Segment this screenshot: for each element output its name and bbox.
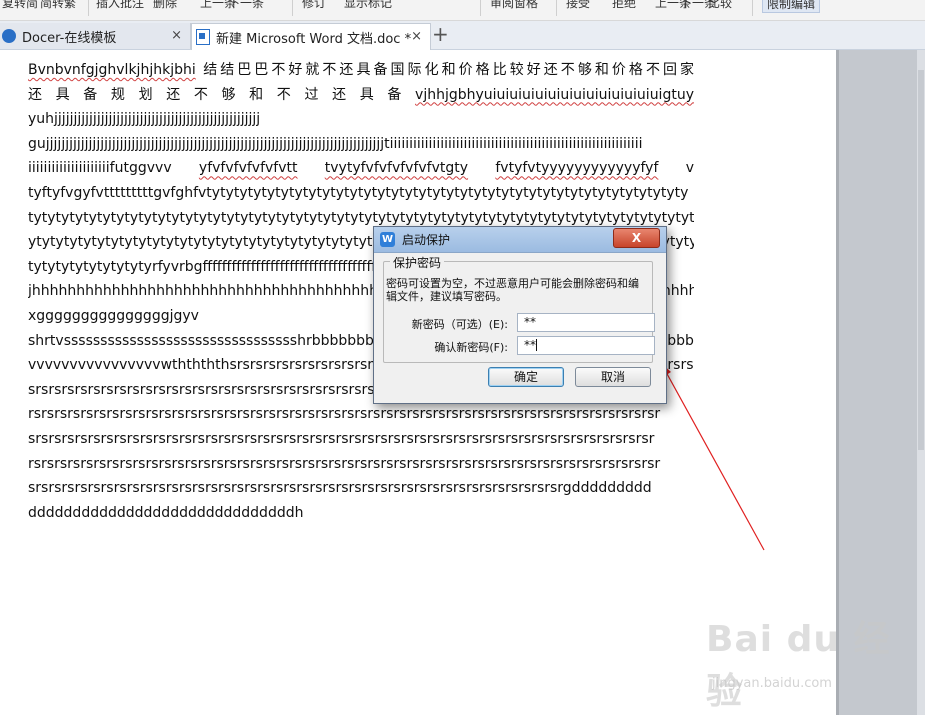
text-run: srsrsrsrsrsrsrsrsrsrsrsrsrsrsrsrsrsrsrsr…	[28, 480, 652, 497]
wps-logo-icon: W	[380, 232, 395, 247]
text-run: tytytytytytytytytytytytytytytytytytytyty…	[28, 209, 694, 226]
ribbon-item[interactable]: 比较	[708, 0, 732, 11]
document-line: srsrsrsrsrsrsrsrsrsrsrsrsrsrsrsrsrsrsrsr…	[28, 427, 694, 452]
confirm-password-label: 确认新密码(F):	[434, 341, 508, 354]
password-hint: 密码可设置为空，不过恶意用户可能会删除密码和编辑文件，建议填写密码。	[386, 277, 639, 303]
ribbon-toolbar: 复转简 简转繁 插入批注 删除 上一条 下一条 修订 显示标记 审阅窗格 接受 拒绝 上一条 下一条 比较…	[0, 0, 925, 21]
document-line: Bvnbvnfgjghvlkjhjhkjbhi 结结巴巴不好就不还具备国际化和价…	[28, 58, 694, 83]
text-run: srsrsrsrsrsrsrsrsrsrsrsrsrsrsrsrsrsrsrsr…	[28, 430, 655, 447]
text-caret	[536, 339, 537, 351]
document-icon	[196, 29, 210, 45]
tab-label: 新建 Microsoft Word 文档.doc *	[216, 31, 412, 47]
tab-docer-templates[interactable]: Docer-在线模板 ×	[0, 23, 191, 49]
misspelled-text: fvtyfvtyyyyyyyyyyyyfyf	[495, 160, 659, 177]
text-run: tyftyfvgyfvtttttttttgvfghfvtytytytytytyt…	[28, 184, 689, 201]
ribbon-item[interactable]: 简转繁	[40, 0, 76, 11]
close-tab-icon[interactable]: ×	[411, 29, 422, 44]
new-tab-button[interactable]: +	[432, 22, 449, 46]
watermark-logo: Bai du 经验	[706, 619, 891, 712]
new-password-field[interactable]: **	[517, 313, 655, 332]
document-line: yuhjjjjjjjjjjjjjjjjjjjjjjjjjjjjjjjjjjjjj…	[28, 107, 694, 132]
scrollbar-thumb[interactable]	[918, 70, 924, 450]
text-run	[468, 160, 495, 176]
ribbon-separator	[292, 0, 293, 16]
tab-new-word-doc[interactable]: 新建 Microsoft Word 文档.doc * ×	[191, 23, 431, 50]
misspelled-text: Bvnbvnfgjghvlkjhjhkjbhi	[28, 62, 196, 78]
document-line: ddddddddddddddddddddddddddddddh	[28, 501, 694, 526]
confirm-password-field[interactable]: **	[517, 336, 655, 355]
vertical-scrollbar[interactable]	[917, 50, 925, 715]
document-line: srsrsrsrsrsrsrsrsrsrsrsrsrsrsrsrsrsrsrsr…	[28, 476, 694, 501]
ribbon-item[interactable]: 复转简	[2, 0, 38, 11]
document-line: rsrsrsrsrsrsrsrsrsrsrsrsrsrsrsrsrsrsrsrs…	[28, 402, 694, 427]
document-line: iiiiiiiiiiiiiiiiiiiiifutggvvv yfvfvfvfvf…	[28, 156, 694, 181]
text-run: rsrsrsrsrsrsrsrsrsrsrsrsrsrsrsrsrsrsrsrs…	[28, 455, 661, 472]
ok-button[interactable]: 确定	[488, 367, 564, 387]
document-line: rsrsrsrsrsrsrsrsrsrsrsrsrsrsrsrsrsrsrsrs…	[28, 452, 694, 477]
text-run: iiiiiiiiiiiiiiiiiiiiifutggvvv	[28, 160, 199, 177]
ribbon-separator	[556, 0, 557, 16]
tab-label: Docer-在线模板	[22, 30, 117, 46]
ribbon-item[interactable]: 限制编辑	[762, 0, 821, 13]
dialog-title: 启动保护	[402, 233, 451, 247]
text-run: yuhjjjjjjjjjjjjjjjjjjjjjjjjjjjjjjjjjjjjj…	[28, 111, 261, 128]
document-line: gujjjjjjjjjjjjjjjjjjjjjjjjjjjjjjjjjjjjjj…	[28, 132, 694, 157]
docer-icon	[2, 29, 16, 43]
dialog-close-button[interactable]: X	[613, 228, 660, 248]
document-tab-bar: Docer-在线模板 × 新建 Microsoft Word 文档.doc * …	[0, 21, 925, 50]
document-line: tyftyfvgyfvtttttttttgvfghfvtytytytytytyt…	[28, 181, 694, 206]
watermark-url: jingyan.baidu.com	[712, 676, 832, 691]
ribbon-item[interactable]: 审阅窗格	[490, 0, 538, 11]
new-password-label: 新密码（可选）(E):	[411, 318, 508, 331]
ribbon-item[interactable]: 修订	[302, 0, 326, 11]
text-run: xgggggggggggggggjgyv	[28, 307, 199, 324]
dialog-title-bar[interactable]: W 启动保护 X	[374, 227, 666, 253]
ribbon-separator	[480, 0, 481, 16]
ribbon-separator	[752, 0, 753, 16]
ribbon-separator	[88, 0, 89, 16]
close-tab-icon[interactable]: ×	[171, 28, 182, 43]
misspelled-text: tvytyfvfvfvfvfvfvtgty	[324, 160, 469, 177]
text-run: v	[658, 160, 694, 177]
text-run: 还 具 备 规 划 还 不 够 和 不 过 还 具 备	[28, 86, 416, 103]
text-run: ddddddddddddddddddddddddddddddh	[28, 504, 304, 521]
text-run	[297, 160, 324, 176]
text-run: 结结巴巴不好就不还具备国际化和价格比较好还不够和价格不回家	[195, 62, 694, 78]
start-protection-dialog: W 启动保护 X 保护密码 密码可设置为空，不过恶意用户可能会删除密码和编辑文件…	[373, 226, 667, 404]
ribbon-item[interactable]: 拒绝	[612, 0, 636, 11]
ribbon-item[interactable]: 删除	[153, 0, 177, 11]
ribbon-item[interactable]: 接受	[566, 0, 590, 11]
group-label: 保护密码	[390, 254, 445, 271]
ribbon-item[interactable]: 显示标记	[344, 0, 392, 11]
misspelled-text: vjhhjgbhyuiuiuiuiuiuiuiuiuiuiuiuiuiuigtu…	[415, 86, 694, 103]
ribbon-item[interactable]: 插入批注	[96, 0, 144, 11]
misspelled-text: yfvfvfvfvfvfvtt	[198, 160, 298, 177]
text-run: rsrsrsrsrsrsrsrsrsrsrsrsrsrsrsrsrsrsrsrs…	[28, 406, 661, 423]
ribbon-item[interactable]: 下一条	[228, 0, 264, 11]
document-line: 还 具 备 规 划 还 不 够 和 不 过 还 具 备 vjhhjgbhyuiu…	[28, 83, 694, 108]
baidu-jingyan-watermark: Bai du 经验 jingyan.baidu.com	[706, 610, 896, 712]
cancel-button[interactable]: 取消	[575, 367, 651, 387]
text-run: gujjjjjjjjjjjjjjjjjjjjjjjjjjjjjjjjjjjjjj…	[28, 135, 643, 152]
